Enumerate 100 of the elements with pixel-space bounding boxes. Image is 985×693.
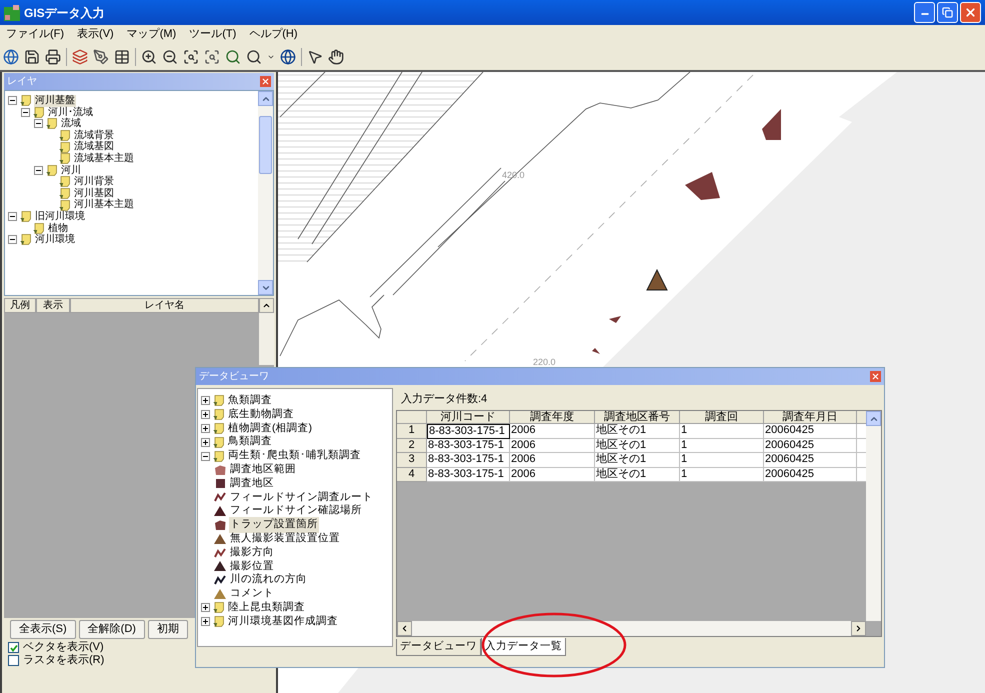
tree-item[interactable]: 河川環境 <box>34 234 76 246</box>
chevron-left-icon <box>400 624 409 633</box>
tree-item[interactable]: 鳥類調査 <box>227 434 273 450</box>
vertical-scrollbar[interactable] <box>866 411 881 621</box>
tree-item[interactable]: 河川 <box>60 164 82 176</box>
hand-icon[interactable] <box>328 48 344 64</box>
tree-item[interactable]: 流域基図 <box>73 141 115 153</box>
scroll-left-button[interactable] <box>397 621 412 636</box>
tree-item[interactable]: 撮影方向 <box>229 544 275 561</box>
minimize-button[interactable] <box>914 2 935 23</box>
vertical-scrollbar[interactable] <box>258 91 273 295</box>
tree-item[interactable]: コメント <box>229 586 275 602</box>
column-header[interactable]: 凡例 <box>4 298 36 313</box>
close-button[interactable] <box>260 76 271 87</box>
close-button[interactable] <box>870 371 881 382</box>
column-header[interactable]: 調査年月日 <box>764 411 857 424</box>
column-header[interactable]: 調査年度 <box>510 411 595 424</box>
menu-item[interactable]: ファイル(F) <box>6 26 64 42</box>
collapse-icon[interactable] <box>8 212 17 222</box>
expand-icon[interactable] <box>201 424 210 433</box>
collapse-icon[interactable] <box>34 119 43 128</box>
tree-item[interactable]: 流域基本主題 <box>73 152 135 165</box>
collapse-icon[interactable] <box>8 235 17 244</box>
table-cell: 1 <box>680 424 764 438</box>
expand-icon[interactable] <box>201 617 210 626</box>
table-cell: 地区その1 <box>595 438 680 453</box>
tree-item[interactable]: 河川･流域 <box>47 106 94 118</box>
pen-icon[interactable] <box>93 48 109 64</box>
tree-item[interactable]: 川の流れの方向 <box>229 572 308 588</box>
tree-item[interactable]: フィールドサイン確認場所 <box>229 503 363 520</box>
column-header[interactable]: 調査地区番号 <box>595 411 680 424</box>
tree-item[interactable]: 陸上昆虫類調査 <box>227 600 306 616</box>
close-icon <box>261 77 270 86</box>
tree-item[interactable]: 河川基本主題 <box>73 199 135 211</box>
restore-button[interactable] <box>937 2 958 23</box>
tree-item[interactable]: 河川背景 <box>73 176 115 188</box>
tree-item[interactable]: 河川環境基図作成調査 <box>227 614 339 630</box>
horizontal-scrollbar[interactable] <box>397 621 866 636</box>
globe-icon[interactable] <box>3 48 19 64</box>
menu-item[interactable]: 表示(V) <box>77 26 114 42</box>
menu-item[interactable]: ヘルプ(H) <box>249 26 298 42</box>
menu-item[interactable]: ツール(T) <box>189 26 236 42</box>
window-title: GISデータ入力 <box>24 4 105 22</box>
zoom-area-icon[interactable] <box>183 48 199 64</box>
checkbox[interactable] <box>8 655 19 666</box>
zoom-in-icon[interactable] <box>141 48 157 64</box>
tree-item[interactable]: 調査地区範囲 <box>229 462 297 478</box>
tree-item[interactable]: 魚類調査 <box>227 393 273 409</box>
elevation-label: 220.0 <box>533 357 556 367</box>
expand-icon[interactable] <box>201 410 210 420</box>
collapse-icon[interactable] <box>201 452 210 461</box>
panel-title: データビューワ <box>199 370 269 384</box>
tree-item[interactable]: 流域背景 <box>73 130 115 142</box>
tree-item[interactable]: 撮影位置 <box>229 558 275 574</box>
panel-button[interactable]: 全表示(S) <box>10 620 76 638</box>
tree-item[interactable]: フィールドサイン調査ルート <box>229 490 374 506</box>
zoom-out-icon[interactable] <box>162 48 178 64</box>
tree-item[interactable]: 調査地区 <box>229 476 275 492</box>
magnifier-icon[interactable] <box>225 48 241 64</box>
tree-item[interactable]: 河川基盤 <box>34 95 76 107</box>
scroll-right-button[interactable] <box>851 621 866 636</box>
expand-icon[interactable] <box>201 603 210 612</box>
tab[interactable]: 入力データ一覧 <box>481 638 566 656</box>
panel-button[interactable]: 全解除(D) <box>78 620 145 638</box>
layers-icon[interactable] <box>72 48 88 64</box>
column-header[interactable]: 調査回 <box>680 411 764 424</box>
tree-item[interactable]: 植物調査(相調査) <box>227 420 313 436</box>
collapse-icon[interactable] <box>34 166 43 175</box>
tree-item[interactable]: 底生動物調査 <box>227 406 295 423</box>
tree-item[interactable]: 植物 <box>47 222 69 234</box>
print-icon[interactable] <box>45 48 61 64</box>
column-header[interactable]: 河川コード <box>427 411 510 424</box>
tree-item[interactable]: 両生類･爬虫類･哺乳類調査 <box>227 448 362 464</box>
tab[interactable]: データビューワ <box>396 639 481 656</box>
checkbox[interactable] <box>8 642 19 653</box>
table-cell: 8-83-303-175-1 <box>427 438 510 453</box>
magnifier-icon[interactable] <box>246 48 262 64</box>
close-button[interactable] <box>960 2 981 23</box>
tree-item[interactable]: トラップ設置箇所 <box>229 517 319 533</box>
column-header[interactable]: 表示 <box>36 298 70 313</box>
table-icon[interactable] <box>114 48 130 64</box>
panel-button[interactable]: 初期 <box>148 620 188 638</box>
tree-item[interactable]: 旧河川環境 <box>34 210 86 223</box>
tree-item[interactable]: 流域 <box>60 118 82 130</box>
globe-icon[interactable] <box>280 48 296 64</box>
table-cell: 8-83-303-175-1 <box>427 424 510 438</box>
menu-item[interactable]: マップ(M) <box>126 26 176 42</box>
expand-icon[interactable] <box>201 396 210 406</box>
tree-item[interactable]: 河川基図 <box>73 188 115 200</box>
tree-item[interactable]: 無人撮影装置設置位置 <box>229 531 341 547</box>
scroll-thumb[interactable] <box>259 116 272 174</box>
collapse-icon[interactable] <box>21 108 30 117</box>
save-icon[interactable] <box>24 48 40 64</box>
column-header[interactable]: レイヤ名 <box>70 298 259 313</box>
expand-icon[interactable] <box>201 438 210 447</box>
scroll-up-button[interactable] <box>259 298 274 313</box>
scroll-down-button[interactable] <box>258 280 273 295</box>
pointer-icon[interactable] <box>307 48 323 64</box>
zoom-area-icon[interactable] <box>204 48 220 64</box>
collapse-icon[interactable] <box>8 96 17 106</box>
